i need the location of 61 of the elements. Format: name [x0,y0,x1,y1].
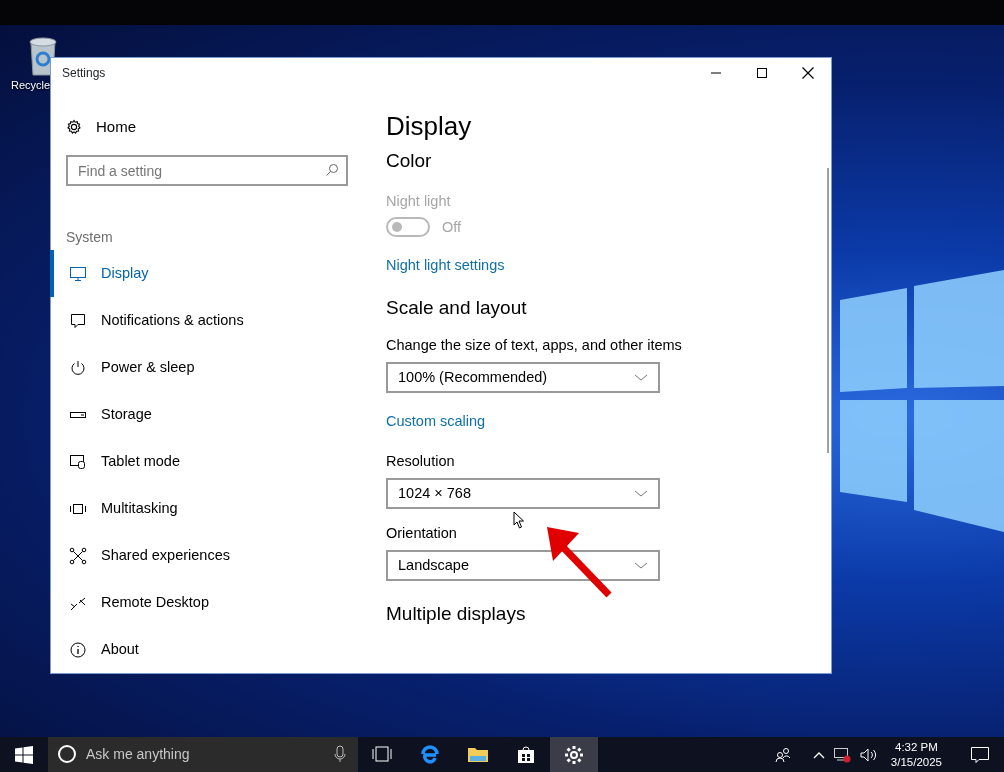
link[interactable]: Night light settings [386,255,505,275]
setting-label: Night light [386,192,452,211]
dropdown[interactable]: Landscape [386,550,660,581]
dropdown[interactable]: 100% (Recommended) [386,362,660,393]
minimize-icon [711,72,721,74]
sidebar-item[interactable]: About [50,626,371,673]
storage-drive-icon [70,411,86,418]
field-label: Orientation [386,524,458,543]
power-icon [69,358,87,377]
browser-icon [419,743,441,766]
section-heading: Multiple displays [386,602,527,626]
sidebar-item[interactable]: Remote Desktop [50,579,371,626]
chevron-icon [634,489,648,498]
link[interactable]: Custom scaling [386,411,486,431]
windows-logo-icon [15,745,33,764]
page-title: Display [386,110,473,142]
taskbar-clock[interactable]: 4:32 PM 3/15/2025 [884,739,948,770]
store-icon [515,743,537,766]
chevron-icon [634,561,648,570]
clock-time: 4:32 PM [895,739,938,755]
dropdown[interactable]: 1024 × 768 [386,478,660,509]
home-link[interactable]: Home [51,116,371,138]
taskbar-search-field[interactable]: Ask me anything [48,737,358,772]
section-heading: Color [386,149,433,173]
section-heading: Scale and layout [386,296,528,320]
sidebar-item[interactable]: Display [50,250,371,297]
network-icon[interactable] [832,746,851,763]
sidebar-item[interactable]: Notifications & actions [50,297,371,344]
speech-bubble-icon [69,311,87,330]
sidebar-item[interactable]: Power & sleep [50,344,371,391]
sidebar-item[interactable]: Tablet mode [50,438,371,485]
info-icon [69,640,87,659]
close-icon [802,67,814,79]
speaker-icon[interactable] [858,746,877,763]
search-icon [325,163,339,177]
taskbar-app-button[interactable] [550,737,598,772]
window-title: Settings [61,65,107,82]
microphone-icon[interactable] [334,745,346,763]
desktop-icon-label: Recycle [11,78,51,93]
field-label: Change the size of text, apps, and other items [386,336,683,355]
caret-up-icon[interactable] [812,750,825,759]
tablet-icon [69,452,87,471]
monitor-icon [69,264,87,283]
circle-icon [57,744,77,764]
field-label: Resolution [386,452,456,471]
gear-icon [66,119,82,135]
sidebar-item[interactable]: Shared experiences [50,532,371,579]
clock-date: 3/15/2025 [890,754,942,770]
mouse-pointer-icon [513,511,525,529]
sidebar-item[interactable]: Multitasking [50,485,371,532]
scrollbar[interactable] [827,168,829,453]
maximize-icon [757,68,767,78]
network-nodes-icon [69,546,87,565]
sidebar-item[interactable]: Storage [50,391,371,438]
people-icon[interactable] [774,746,791,763]
search-field[interactable]: Find a setting [66,155,348,186]
section-heading: System [66,228,114,245]
speech-bubble-icon [970,745,990,764]
gear-icon [563,743,585,766]
toggle-state: Off [442,218,462,237]
chevron-icon [634,373,648,382]
